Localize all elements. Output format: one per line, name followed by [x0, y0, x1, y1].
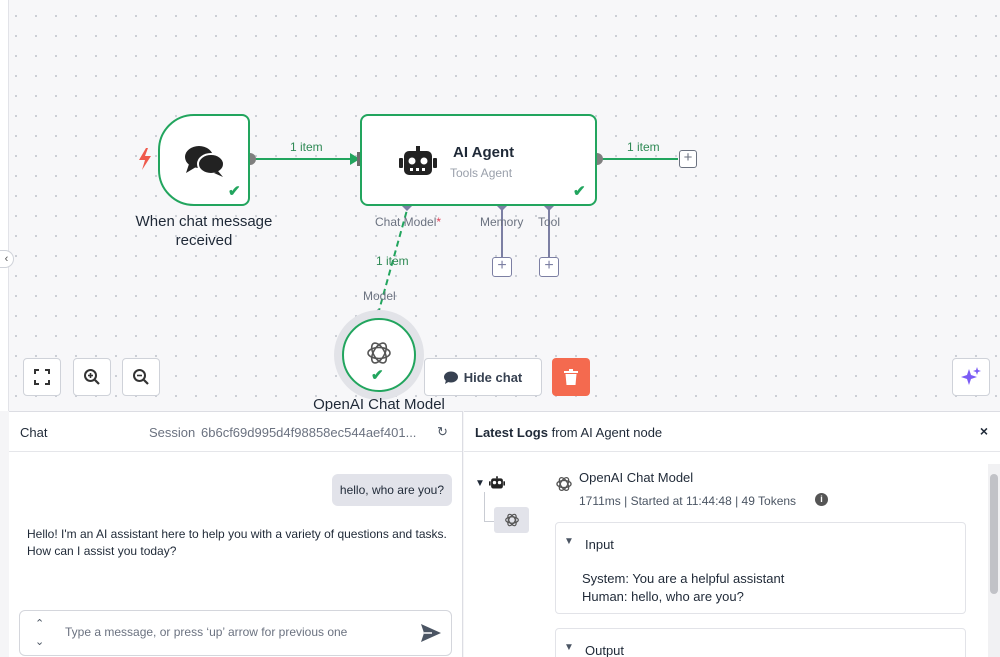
- history-up-icon[interactable]: ⌃: [35, 617, 44, 630]
- run-title: OpenAI Chat Model: [579, 470, 694, 485]
- chat-trigger-node[interactable]: ✔: [158, 114, 250, 206]
- ai-agent-node[interactable]: AI Agent Tools Agent ✔: [360, 114, 597, 206]
- workflow-canvas[interactable]: ‹ ✔ When chat message received 1 item AI…: [0, 0, 1000, 411]
- history-down-icon[interactable]: ⌄: [35, 635, 44, 648]
- trash-icon: [564, 369, 578, 385]
- robot-icon: [399, 146, 437, 175]
- logs-panel-title: Latest Logs from AI Agent node: [475, 425, 663, 440]
- openai-logo-icon: [367, 342, 391, 364]
- add-tool-plus-icon[interactable]: +: [539, 257, 559, 277]
- reset-session-icon[interactable]: ↻: [437, 424, 448, 440]
- user-message: hello, who are you?: [331, 474, 452, 506]
- model-port-label: Model: [363, 289, 396, 303]
- zoom-in-button[interactable]: [73, 358, 111, 396]
- chat-bubble-icon: [443, 371, 458, 384]
- hide-chat-label: Hide chat: [463, 369, 523, 385]
- send-icon[interactable]: [421, 624, 441, 642]
- tree-chevron-down-icon[interactable]: ▼: [475, 478, 485, 489]
- input-section-title[interactable]: Input: [585, 537, 614, 552]
- chat-bubbles-icon: [185, 146, 225, 177]
- success-check-icon: ✔: [371, 367, 384, 384]
- chat-panel-title: Chat: [20, 425, 48, 440]
- bot-message: Hello! I'm an AI assistant here to help …: [27, 527, 447, 558]
- output-section-title[interactable]: Output: [585, 643, 624, 657]
- agent-node-title: AI Agent: [453, 144, 515, 161]
- edge-item-count: 1 item: [290, 140, 323, 154]
- agent-node-subtitle: Tools Agent: [450, 166, 513, 180]
- ai-assistant-button[interactable]: [952, 358, 990, 396]
- edge-item-count: 1 item: [627, 140, 660, 154]
- input-line: Human: hello, who are you?: [582, 589, 744, 604]
- chat-panel: Chat Session 6b6cf69d995d4f98858ec544aef…: [9, 411, 463, 657]
- chevron-down-icon[interactable]: ▼: [564, 642, 574, 653]
- openai-logo-icon: [504, 513, 519, 527]
- tree-item-openai[interactable]: [494, 507, 529, 533]
- delete-button[interactable]: [552, 358, 590, 396]
- trigger-node-title: When chat message received: [135, 213, 273, 249]
- session-id[interactable]: 6b6cf69d995d4f98858ec544aef401...: [201, 425, 433, 440]
- chat-input-box: ⌃ ⌄: [19, 610, 452, 656]
- add-node-plus-icon[interactable]: +: [679, 150, 697, 168]
- input-section: ▼ Input System: You are a helpful assist…: [555, 522, 966, 614]
- openai-logo-icon: [556, 476, 572, 492]
- chat-model-port-label: Chat Model*: [375, 215, 442, 229]
- zoom-in-icon: [84, 369, 100, 385]
- sparkles-icon: [961, 367, 981, 385]
- zoom-out-button[interactable]: [122, 358, 160, 396]
- input-section-body: System: You are a helpful assistant Huma…: [582, 570, 784, 606]
- chat-message-input[interactable]: [65, 625, 415, 639]
- run-meta: 1711ms | Started at 11:44:48 | 49 Tokens: [579, 494, 797, 508]
- zoom-out-icon: [133, 369, 149, 385]
- memory-port-label: Memory: [480, 215, 524, 229]
- tool-port-label: Tool: [538, 215, 561, 229]
- input-line: System: You are a helpful assistant: [582, 571, 785, 586]
- success-check-icon: ✔: [228, 183, 241, 200]
- zoom-to-fit-button[interactable]: [23, 358, 61, 396]
- success-check-icon: ✔: [573, 183, 586, 200]
- chat-panel-header: Chat Session 6b6cf69d995d4f98858ec544aef…: [9, 412, 462, 452]
- hide-chat-button[interactable]: Hide chat: [424, 358, 542, 396]
- chevron-down-icon[interactable]: ▼: [564, 536, 574, 547]
- robot-icon[interactable]: [489, 476, 505, 490]
- output-section: ▼ Output: [555, 628, 966, 657]
- info-icon[interactable]: i: [815, 493, 828, 506]
- session-label: Session: [149, 425, 196, 440]
- openai-node-title: OpenAI Chat Model: [313, 396, 445, 411]
- edge-item-count: 1 item: [376, 254, 409, 268]
- trigger-bolt-icon: [139, 148, 151, 170]
- logs-panel: Latest Logs from AI Agent node × ▼ OpenA…: [464, 411, 1000, 657]
- openai-chat-model-node[interactable]: ✔: [342, 318, 416, 392]
- logs-panel-header: Latest Logs from AI Agent node ×: [464, 412, 1000, 452]
- close-icon[interactable]: ×: [980, 423, 988, 439]
- add-memory-plus-icon[interactable]: +: [492, 257, 512, 277]
- scrollbar-thumb[interactable]: [990, 474, 998, 594]
- fit-view-icon: [34, 369, 50, 385]
